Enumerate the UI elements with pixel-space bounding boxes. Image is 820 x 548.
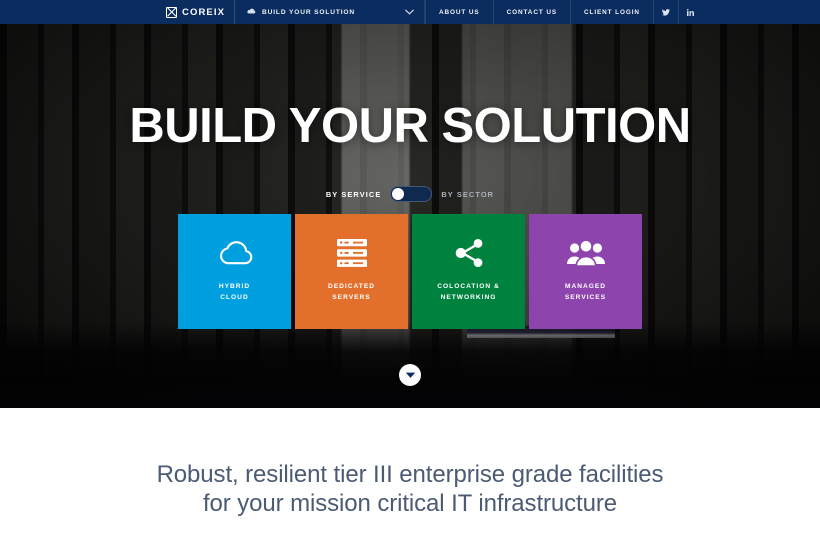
intro-section: Robust, resilient tier III enterprise gr… [0,408,820,548]
nav-link-about-us[interactable]: ABOUT US [425,0,493,24]
card-label: HYBRID CLOUD [218,283,251,302]
nav-link-contact-us[interactable]: CONTACT US [492,0,570,24]
people-group-icon [566,235,605,271]
card-label: DEDICATED SERVERS [328,283,375,302]
hero-content: BUILD YOUR SOLUTION BY SERVICE BY SECTOR [0,24,820,408]
hero-section: BUILD YOUR SOLUTION BY SERVICE BY SECTOR [0,24,820,408]
card-dedicated-servers[interactable]: DEDICATED SERVERS [295,214,408,329]
page-root: COREIX BUILD YOUR SOLUTION ABOUT US CONT… [0,0,820,548]
service-cards: HYBRID CLOUD DEDICATED SERVERS COLOCATIO… [0,214,820,329]
intro-headline: Robust, resilient tier III enterprise gr… [156,461,664,518]
top-navigation-bar: COREIX BUILD YOUR SOLUTION ABOUT US CONT… [0,0,820,24]
card-managed-services[interactable]: MANAGED SERVICES [529,214,642,329]
card-label: MANAGED SERVICES [564,283,607,302]
nav-build-label: BUILD YOUR SOLUTION [262,8,355,16]
toggle-label-by-sector[interactable]: BY SECTOR [441,190,494,199]
card-hybrid-cloud[interactable]: HYBRID CLOUD [178,214,291,329]
server-stack-icon [336,235,368,271]
coreix-x-logo-icon [166,6,177,18]
nav-build-your-solution[interactable]: BUILD YOUR SOLUTION [235,0,425,24]
brand-logo[interactable]: COREIX [166,0,236,24]
cloud-icon [247,8,256,16]
toggle-label-by-service[interactable]: BY SERVICE [326,190,382,199]
card-colocation-networking[interactable]: COLOCATION & NETWORKING [412,214,525,329]
topbar-right-group: ABOUT US CONTACT US CLIENT LOGIN [425,0,703,24]
service-sector-toggle: BY SERVICE BY SECTOR [0,186,820,202]
twitter-icon[interactable] [652,0,678,24]
linkedin-icon[interactable] [677,0,703,24]
brand-name: COREIX [182,6,226,18]
toggle-switch[interactable] [390,186,433,202]
chevron-down-icon [405,8,414,17]
toggle-knob [392,188,405,200]
share-network-icon [453,235,485,271]
scroll-down-button[interactable] [399,364,421,386]
topbar-left-group: COREIX BUILD YOUR SOLUTION [166,0,425,24]
cloud-icon [214,235,256,271]
nav-link-client-login[interactable]: CLIENT LOGIN [570,0,653,24]
card-label: COLOCATION & NETWORKING [437,283,500,302]
hero-title: BUILD YOUR SOLUTION [129,99,691,153]
